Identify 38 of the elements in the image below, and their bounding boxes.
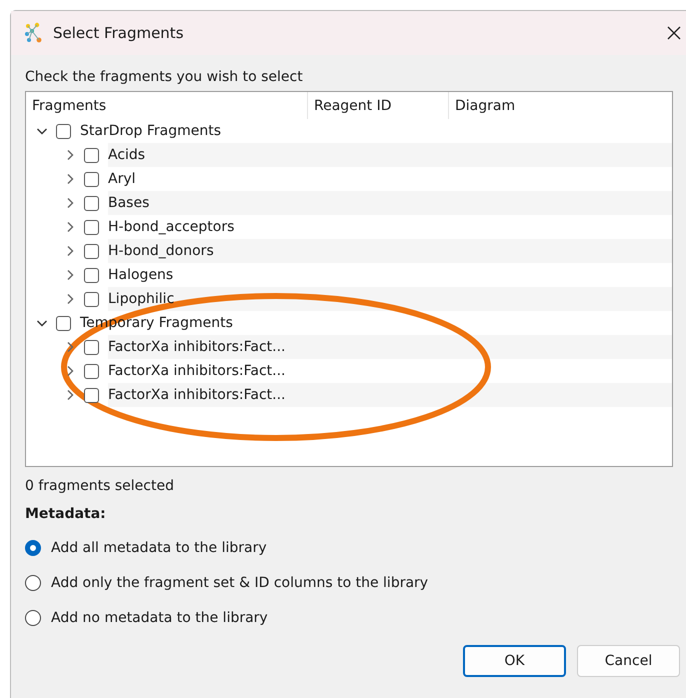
radio-button[interactable] [25, 574, 41, 590]
radio-label[interactable]: Add only the fragment set & ID columns to the library [51, 574, 428, 590]
checkbox[interactable] [84, 244, 99, 258]
checkbox[interactable] [84, 268, 99, 282]
checkbox[interactable] [84, 220, 99, 234]
tree-item[interactable]: Bases [108, 195, 150, 211]
window-title: Select Fragments [53, 24, 184, 42]
tree-item[interactable]: H-bond_donors [108, 243, 214, 259]
section-heading: Metadata: [25, 506, 107, 522]
radio-label[interactable]: Add no metadata to the library [51, 610, 268, 626]
checkbox[interactable] [84, 196, 99, 210]
checkbox[interactable] [84, 148, 99, 162]
tree-item[interactable]: StarDrop Fragments [80, 123, 222, 139]
radio-label[interactable]: Add all metadata to the library [51, 540, 267, 556]
checkbox[interactable] [56, 124, 71, 138]
selection-count: 0 fragments selected [25, 478, 175, 494]
radio-button[interactable] [25, 540, 41, 556]
tree-item[interactable]: FactorXa inhibitors:Fact... [108, 363, 286, 379]
checkbox[interactable] [84, 364, 99, 378]
checkbox[interactable] [84, 340, 99, 354]
ok-button[interactable]: OK [463, 645, 566, 677]
checkbox[interactable] [56, 316, 71, 330]
tree-item[interactable]: H-bond_acceptors [108, 219, 234, 235]
column-header[interactable]: Fragments [26, 92, 308, 119]
tree-item[interactable]: Lipophilic [108, 291, 174, 307]
checkbox[interactable] [84, 172, 99, 186]
column-header[interactable]: Diagram [449, 92, 672, 119]
column-header[interactable]: Reagent ID [308, 92, 449, 119]
tree-item[interactable]: Acids [108, 147, 146, 163]
tree-item[interactable]: Aryl [108, 171, 136, 187]
checkbox[interactable] [84, 292, 99, 306]
cancel-button[interactable]: Cancel [577, 645, 680, 677]
tree-item[interactable]: Halogens [108, 267, 174, 283]
app-icon [23, 22, 43, 44]
close-icon[interactable] [667, 26, 681, 40]
checkbox[interactable] [84, 388, 99, 402]
radio-button[interactable] [25, 610, 41, 626]
instruction-text: Check the fragments you wish to select [25, 69, 304, 85]
